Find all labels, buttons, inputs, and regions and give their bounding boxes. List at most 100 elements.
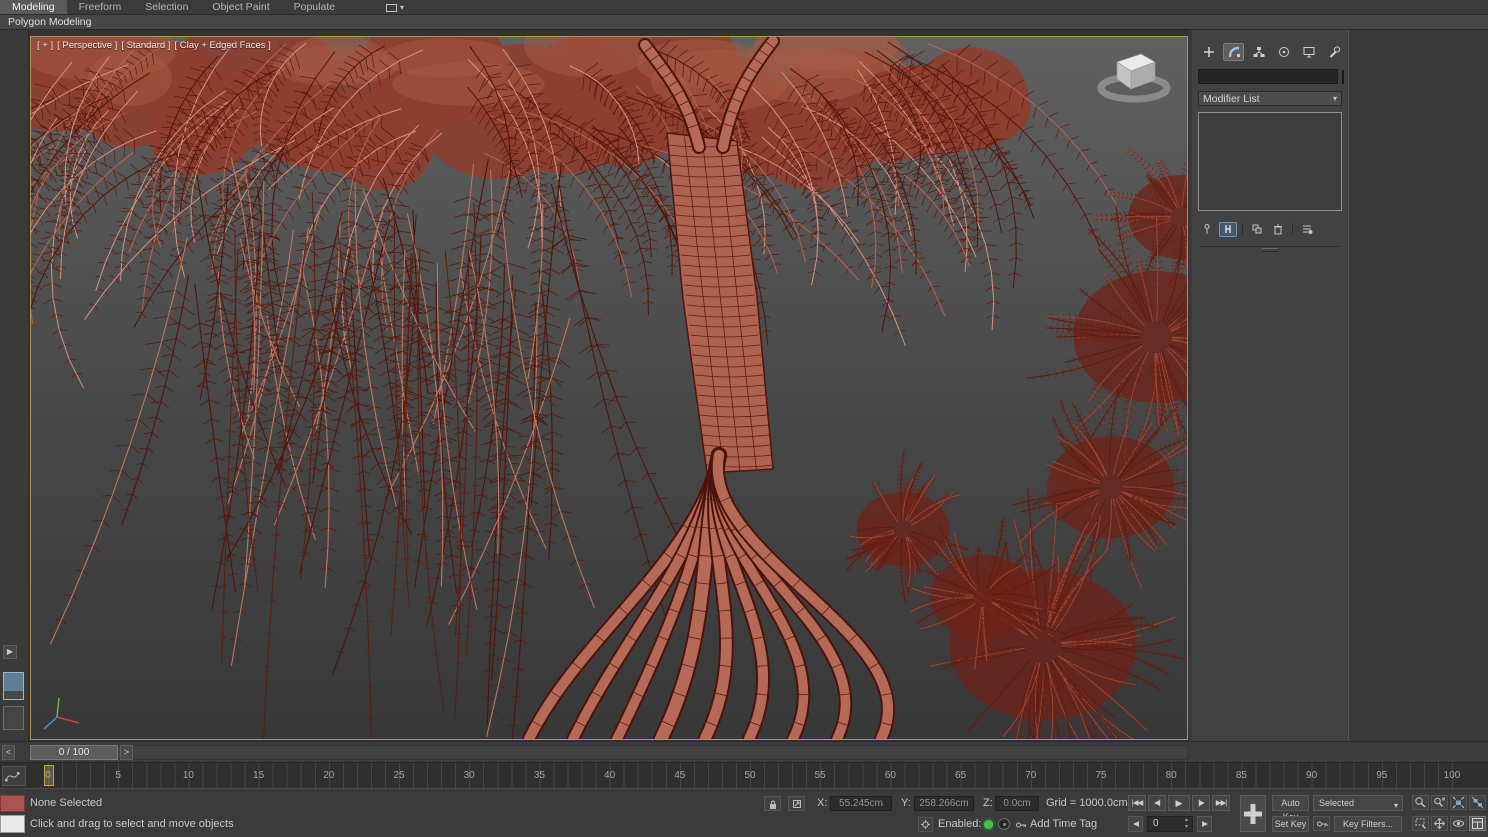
modifier-list-dropdown[interactable]: Modifier List ▾	[1198, 91, 1342, 106]
modify-tab[interactable]	[1223, 43, 1244, 61]
ribbon-config-button[interactable]: ▾	[386, 1, 404, 14]
timeline-tick-label: 30	[464, 770, 475, 781]
utilities-tab[interactable]	[1323, 43, 1344, 61]
zoom-extents-all-icon[interactable]	[1469, 795, 1486, 810]
viewport[interactable]: [ + ] [ Perspective ] [ Standard ] [ Cla…	[30, 36, 1188, 740]
z-coordinate-field[interactable]: 0.0cm	[995, 796, 1039, 811]
maximize-viewport-icon[interactable]	[1469, 816, 1486, 831]
ribbon-tab-bar: Modeling Freeform Selection Object Paint…	[0, 0, 1488, 15]
chevron-down-icon: ▾	[1333, 94, 1337, 103]
spinner-arrows-icon[interactable]: ▴▾	[1182, 817, 1191, 831]
3dsmax-window: Modeling Freeform Selection Object Paint…	[0, 0, 1488, 837]
ribbon-tab-populate[interactable]: Populate	[282, 0, 347, 14]
selection-status: None Selected	[30, 796, 102, 811]
next-key-button[interactable]: ▶	[1197, 816, 1212, 832]
auto-key-button[interactable]: Auto Key	[1272, 795, 1309, 811]
ribbon-tab-object-paint[interactable]: Object Paint	[200, 0, 281, 14]
polygon-modeling-label: Polygon Modeling	[8, 16, 91, 28]
key-filter-scope-dropdown[interactable]: Selected ▾	[1313, 795, 1403, 811]
current-time-marker[interactable]	[44, 765, 54, 786]
key-filters-button[interactable]: Key Filters...	[1334, 816, 1402, 832]
show-end-result-button[interactable]	[1219, 222, 1237, 237]
viewport-layout-tab-1[interactable]	[3, 672, 24, 700]
orbit-icon[interactable]	[1450, 816, 1467, 831]
timeline-tick-label: 95	[1376, 770, 1387, 781]
remove-modifier-button[interactable]	[1269, 222, 1287, 237]
zoom-icon[interactable]	[1412, 795, 1429, 810]
pan-icon[interactable]	[1431, 816, 1448, 831]
zoom-extents-icon[interactable]	[1450, 795, 1467, 810]
timeline-tick-label: 100	[1444, 770, 1461, 781]
grid-size-label: Grid = 1000.0cm	[1046, 796, 1128, 811]
add-time-tag[interactable]: Add Time Tag	[1030, 817, 1097, 832]
viewport-shading-menu[interactable]: [ Clay + Edged Faces ]	[174, 40, 270, 51]
object-color-swatch[interactable]	[1342, 70, 1344, 84]
maxscript-mini-listener-macro[interactable]	[0, 795, 25, 812]
chevron-down-icon: ▾	[1394, 799, 1398, 813]
current-frame-field[interactable]: 0 ▴▾	[1147, 816, 1193, 832]
next-frame-button[interactable]: >	[120, 745, 133, 760]
play-button[interactable]: ▶	[1168, 795, 1190, 811]
maxscript-mini-listener-edit[interactable]	[0, 815, 25, 833]
timeline-tick-label: 25	[393, 770, 404, 781]
gear-icon[interactable]	[918, 817, 933, 832]
viewport-layout-tab-2[interactable]	[3, 706, 24, 730]
timeline-tick-label: 80	[1166, 770, 1177, 781]
viewport-general-menu[interactable]: [ + ]	[37, 40, 53, 51]
modifier-stack-list[interactable]	[1198, 112, 1342, 211]
hierarchy-tab[interactable]	[1248, 43, 1269, 61]
timeline-tick-label: 5	[115, 770, 121, 781]
enabled-status-led[interactable]	[984, 820, 993, 829]
time-slider-track[interactable]	[30, 745, 1188, 760]
timeline-tick-label: 85	[1236, 770, 1247, 781]
next-frame-playback-button[interactable]: |▶	[1192, 795, 1210, 811]
layout-flyout-button[interactable]: ▶	[3, 645, 17, 659]
viewport-3d-scene	[31, 37, 1187, 739]
right-dock-area: Modifier List ▾	[1189, 30, 1488, 741]
ribbon-tab-selection[interactable]: Selection	[133, 0, 200, 14]
previous-frame-button[interactable]: <	[2, 745, 15, 760]
ribbon-tab-modeling[interactable]: Modeling	[0, 0, 67, 14]
x-label: X:	[817, 796, 827, 811]
track-bar-ruler[interactable]: 0510152025303540455055606570758085909510…	[0, 762, 1488, 788]
viewcube[interactable]	[1095, 41, 1173, 105]
set-key-button[interactable]: Set Key	[1272, 816, 1309, 832]
x-coordinate-field[interactable]: 55.245cm	[830, 796, 892, 811]
previous-frame-playback-button[interactable]: ◀|	[1148, 795, 1166, 811]
create-tab[interactable]	[1198, 43, 1219, 61]
y-coordinate-field[interactable]: 258.266cm	[914, 796, 974, 811]
mini-curve-editor-button[interactable]	[2, 766, 26, 786]
key-icon[interactable]	[1313, 816, 1330, 831]
timeline-tick-label: 35	[534, 770, 545, 781]
create-key-button[interactable]	[1240, 795, 1266, 832]
modifier-list-label: Modifier List	[1203, 93, 1260, 105]
timeline-tick-label: 75	[1095, 770, 1106, 781]
pin-stack-button[interactable]	[1198, 222, 1216, 237]
zoom-region-icon[interactable]	[1412, 816, 1429, 831]
timeline-tick-label: 55	[815, 770, 826, 781]
time-slider-handle[interactable]: 0 / 100	[30, 745, 118, 760]
viewport-standard-menu[interactable]: [ Standard ]	[121, 40, 170, 51]
z-label: Z:	[983, 796, 993, 811]
status-toggle-icon[interactable]	[998, 818, 1010, 830]
timeline-tick-label: 40	[604, 770, 615, 781]
zoom-all-icon[interactable]	[1431, 795, 1448, 810]
prompt-line: Click and drag to select and move object…	[30, 817, 234, 832]
timeline-tick-label: 60	[885, 770, 896, 781]
make-unique-button[interactable]	[1248, 222, 1266, 237]
world-axis-tripod-icon	[39, 695, 83, 735]
viewport-layout-strip: ▶	[0, 30, 29, 741]
ribbon-tab-freeform[interactable]: Freeform	[67, 0, 134, 14]
motion-tab[interactable]	[1273, 43, 1294, 61]
viewport-label: [ + ] [ Perspective ] [ Standard ] [ Cla…	[37, 40, 271, 51]
polygon-modeling-panel-header[interactable]: Polygon Modeling	[0, 15, 1488, 30]
go-to-start-button[interactable]: |◀◀	[1128, 795, 1146, 811]
selection-lock-icon[interactable]	[764, 796, 781, 811]
object-name-input[interactable]	[1198, 69, 1338, 84]
absolute-offset-mode-icon[interactable]	[788, 796, 805, 811]
configure-modifier-sets-button[interactable]	[1298, 222, 1316, 237]
display-tab[interactable]	[1298, 43, 1319, 61]
previous-key-button[interactable]: ◀	[1128, 816, 1143, 832]
viewport-pov-menu[interactable]: [ Perspective ]	[57, 40, 117, 51]
go-to-end-button[interactable]: ▶▶|	[1212, 795, 1230, 811]
